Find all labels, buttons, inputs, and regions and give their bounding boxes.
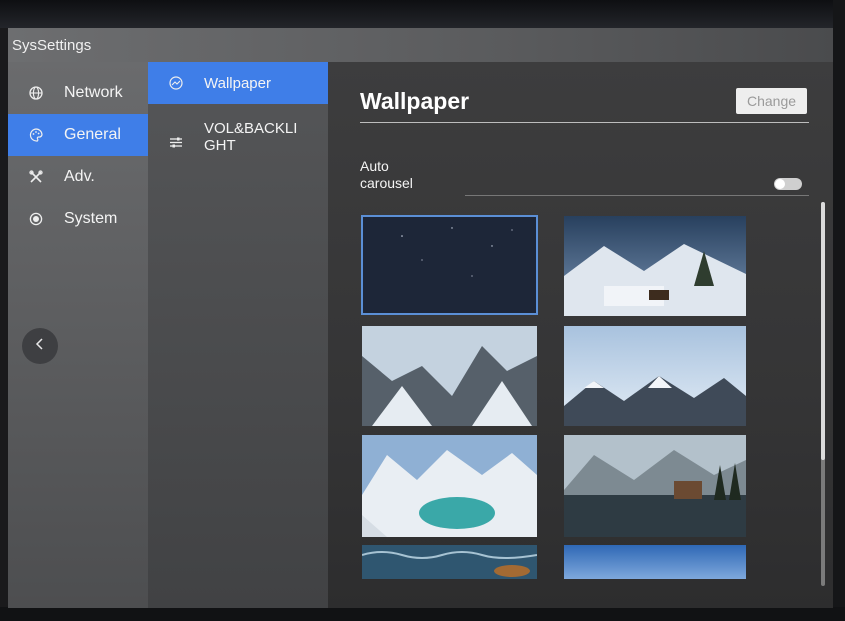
palette-icon	[28, 127, 44, 143]
wallpaper-scrollbar[interactable]	[821, 202, 825, 586]
wallpaper-panel: Wallpaper Change Auto carousel	[328, 62, 833, 608]
monitor-bezel-right	[833, 0, 845, 621]
nav-label-general: General	[64, 126, 121, 143]
nav-item-general[interactable]: General	[8, 114, 148, 156]
wallpaper-thumb-starry-sky[interactable]	[361, 215, 538, 315]
wallpaper-thumb-ocean-waves[interactable]	[362, 545, 537, 579]
monitor-bezel-bottom	[0, 607, 845, 621]
change-button[interactable]: Change	[736, 88, 807, 114]
subnav-item-wallpaper[interactable]: Wallpaper	[148, 62, 328, 104]
auto-carousel-toggle[interactable]	[774, 178, 802, 190]
nav-label-system: System	[64, 210, 118, 227]
nav-label-adv: Adv.	[64, 168, 95, 185]
auto-carousel-line1: Auto	[360, 158, 389, 174]
wallpaper-thumb-snowy-valley[interactable]	[362, 326, 537, 426]
auto-carousel-line2: carousel	[360, 175, 413, 191]
category-sidebar: Network General Adv. System	[8, 62, 148, 608]
scrollbar-thumb[interactable]	[821, 202, 825, 460]
chevron-left-icon	[34, 337, 46, 356]
globe-icon	[28, 85, 44, 101]
wallpaper-thumb-snowy-cabin[interactable]	[564, 216, 746, 316]
auto-carousel-label: Auto carousel	[360, 158, 440, 192]
wallpaper-thumb-blue-sky[interactable]	[564, 545, 746, 579]
auto-carousel-divider	[465, 195, 809, 196]
subnav-label-wallpaper: Wallpaper	[204, 74, 271, 92]
subcategory-list: Wallpaper VOL&BACKLI GHT	[148, 62, 328, 608]
nav-item-adv[interactable]: Adv.	[8, 156, 148, 198]
subnav-item-vol-backlight[interactable]: VOL&BACKLI GHT	[148, 120, 328, 154]
nav-item-network[interactable]: Network	[8, 72, 148, 114]
page-title: Wallpaper	[360, 88, 470, 114]
nav-item-system[interactable]: System	[8, 198, 148, 240]
subnav-label-line1: VOL&BACKLI	[204, 120, 298, 137]
title-divider	[360, 122, 809, 123]
subnav-label-line2: GHT	[204, 137, 236, 154]
subnav-label-vol-backlight: VOL&BACKLI GHT	[204, 120, 297, 154]
app-title: SysSettings	[12, 37, 92, 54]
monitor-bezel-top	[0, 0, 845, 28]
wallpaper-icon	[168, 75, 184, 91]
nav-label-network: Network	[64, 84, 123, 101]
settings-window: SysSettings Network General Adv. System	[8, 28, 833, 608]
wallpaper-thumb-alpine-lake[interactable]	[362, 435, 537, 537]
wallpaper-thumb-lakeside-lodge[interactable]	[564, 435, 746, 537]
wallpaper-thumb-mountain-peaks[interactable]	[564, 326, 746, 426]
system-icon	[28, 211, 44, 227]
tools-icon	[28, 169, 44, 185]
sliders-icon	[168, 134, 184, 150]
title-bar: SysSettings	[8, 28, 833, 62]
back-button[interactable]	[22, 328, 58, 364]
